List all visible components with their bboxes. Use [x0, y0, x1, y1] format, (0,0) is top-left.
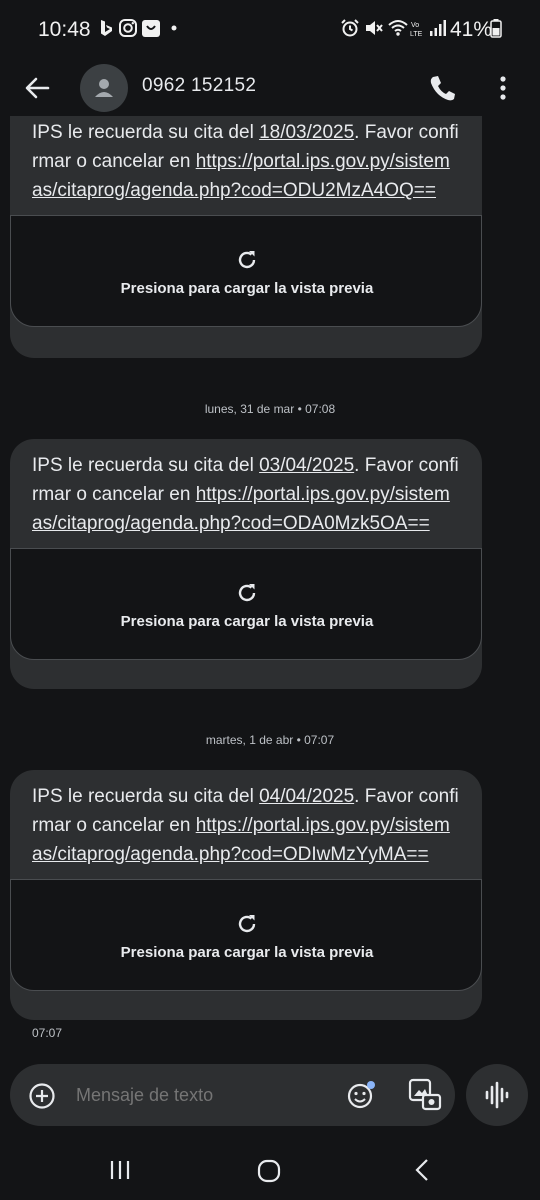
- message-bubble[interactable]: IPS le recuerda su cita del 18/03/2025. …: [10, 116, 482, 358]
- wifi-icon: [388, 20, 408, 36]
- date-link[interactable]: 03/04/2025: [259, 455, 354, 476]
- date-link[interactable]: 18/03/2025: [259, 122, 354, 143]
- refresh-icon: [238, 915, 256, 933]
- back-nav-icon[interactable]: [410, 1158, 434, 1182]
- date-separator: martes, 1 de abr • 07:07: [205, 733, 335, 747]
- link-preview[interactable]: Presiona para cargar la vista previa: [10, 548, 482, 660]
- battery-percent: 41%: [450, 18, 493, 41]
- refresh-icon: [238, 251, 256, 269]
- contact-avatar[interactable]: [80, 64, 128, 112]
- mute-icon: [366, 21, 383, 35]
- shopping-bag-icon: [142, 20, 160, 37]
- alarm-icon: [341, 19, 359, 37]
- status-bar: 10:48 Vo LTE 41%: [0, 0, 540, 60]
- refresh-icon: [238, 584, 256, 602]
- recent-apps-icon[interactable]: [108, 1158, 132, 1182]
- link-preview[interactable]: Presiona para cargar la vista previa: [10, 215, 482, 327]
- contact-name[interactable]: 0962 152152: [142, 75, 256, 97]
- message-bubble[interactable]: IPS le recuerda su cita del 04/04/2025. …: [10, 770, 482, 1020]
- message-input[interactable]: [74, 1084, 338, 1107]
- instagram-icon: [119, 19, 137, 37]
- more-options-icon[interactable]: [486, 68, 520, 108]
- preview-label: Presiona para cargar la vista previa: [120, 944, 374, 961]
- message-text: IPS le recuerda su cita del 03/04/2025. …: [32, 455, 459, 534]
- message-text: IPS le recuerda su cita del 04/04/2025. …: [32, 786, 459, 865]
- conversation-header: 0962 152152: [0, 60, 540, 116]
- message-time: 07:07: [32, 1026, 63, 1040]
- back-arrow-icon[interactable]: [18, 68, 58, 108]
- date-separator: lunes, 31 de mar • 07:08: [204, 402, 336, 416]
- voice-message-button[interactable]: [466, 1064, 528, 1126]
- svg-text:Vo: Vo: [411, 22, 419, 29]
- link-preview[interactable]: Presiona para cargar la vista previa: [10, 879, 482, 991]
- date-link[interactable]: 04/04/2025: [259, 786, 354, 807]
- dot-icon: [171, 25, 177, 31]
- volte-icon: Vo LTE: [410, 22, 423, 38]
- home-icon[interactable]: [256, 1158, 282, 1184]
- system-nav-bar: [0, 1140, 540, 1200]
- bing-icon: [101, 20, 112, 36]
- phone-icon[interactable]: [422, 68, 462, 108]
- emoji-icon[interactable]: [346, 1080, 376, 1110]
- add-circle-icon[interactable]: [28, 1082, 56, 1110]
- waveform-icon: [485, 1081, 509, 1109]
- battery-icon: [490, 19, 502, 38]
- gallery-icon[interactable]: [408, 1078, 442, 1112]
- compose-bar: [10, 1064, 455, 1126]
- preview-label: Presiona para cargar la vista previa: [120, 613, 374, 630]
- message-bubble[interactable]: IPS le recuerda su cita del 03/04/2025. …: [10, 439, 482, 689]
- person-icon: [95, 79, 113, 97]
- signal-icon: [430, 20, 446, 36]
- status-time: 10:48: [38, 18, 91, 41]
- preview-label: Presiona para cargar la vista previa: [120, 280, 374, 297]
- svg-text:LTE: LTE: [410, 31, 423, 38]
